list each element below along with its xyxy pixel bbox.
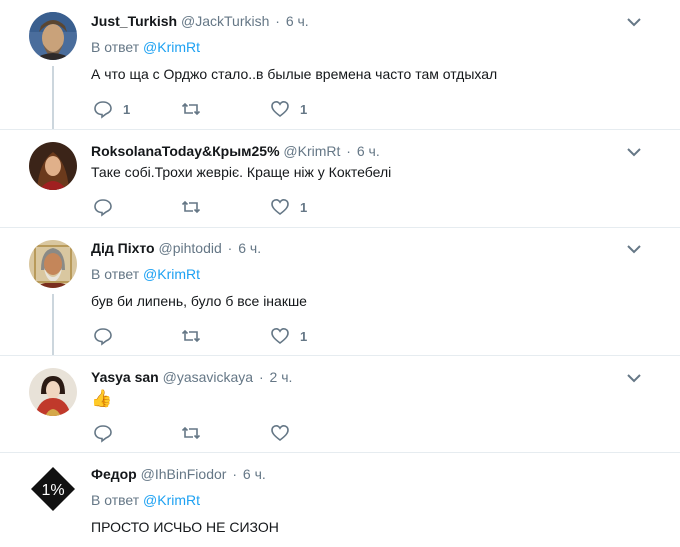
separator-dot: ·	[275, 13, 280, 29]
chevron-down-icon[interactable]	[626, 146, 642, 158]
username[interactable]: @pihtodid	[159, 240, 222, 256]
retweet-icon	[181, 426, 201, 440]
tweet-4[interactable]: Yasya san @yasavickaya · 2 ч. 👍	[0, 356, 680, 452]
reply-to-link[interactable]: @KrimRt	[143, 39, 200, 55]
timestamp[interactable]: 6 ч.	[286, 13, 309, 29]
retweet-icon	[181, 329, 201, 343]
tweet-header: Дід Піхто @pihtodid · 6 ч.	[91, 239, 261, 257]
reply-icon	[94, 199, 112, 217]
tweet-header: Yasya san @yasavickaya · 2 ч.	[91, 368, 292, 386]
avatar[interactable]	[29, 12, 77, 60]
tweet-3[interactable]: Дід Піхто @pihtodid · 6 ч. В ответ @Krim…	[0, 228, 680, 355]
avatar[interactable]	[29, 142, 77, 190]
avatar-logo-text: 1%	[41, 482, 64, 499]
tweet-1[interactable]: Just_Turkish @JackTurkish · 6 ч. В ответ…	[0, 0, 680, 129]
timestamp[interactable]: 6 ч.	[243, 466, 266, 482]
tweet-text: 👍	[91, 389, 113, 408]
like-button[interactable]: 1	[270, 99, 307, 119]
chevron-down-icon[interactable]	[626, 372, 642, 384]
avatar[interactable]	[29, 240, 77, 288]
tweet-text: ПРОСТО ИСЧЬО НЕ СИЗОН	[91, 519, 279, 535]
reply-button[interactable]	[93, 423, 123, 443]
like-button[interactable]: 1	[270, 326, 307, 346]
username[interactable]: @IhBinFiodor	[141, 466, 227, 482]
like-count: 1	[300, 199, 308, 215]
reply-context: В ответ @KrimRt	[91, 265, 200, 283]
chevron-down-icon[interactable]	[626, 16, 642, 28]
action-bar: 1 1	[91, 99, 491, 119]
action-bar: 1	[91, 326, 491, 346]
reply-to-link[interactable]: @KrimRt	[143, 492, 200, 508]
reply-button[interactable]: 1	[93, 99, 130, 119]
tweet-header: RoksolanaToday&Крым25% @KrimRt · 6 ч.	[91, 142, 380, 160]
reply-prefix: В ответ	[91, 266, 140, 282]
separator-dot: ·	[232, 466, 237, 482]
separator-dot: ·	[258, 369, 264, 385]
heart-icon	[271, 327, 289, 345]
display-name[interactable]: Дід Піхто	[91, 240, 155, 256]
display-name[interactable]: Федор	[91, 466, 137, 482]
like-button[interactable]: 1	[270, 197, 307, 217]
retweet-icon	[181, 200, 201, 214]
username[interactable]: @KrimRt	[283, 143, 340, 159]
display-name[interactable]: RoksolanaToday&Крым25%	[91, 143, 280, 159]
tweet-text: Таке собі.Трохи жевріє. Краще ніж у Кокт…	[91, 164, 392, 180]
thread-line	[52, 66, 54, 129]
reply-icon	[94, 101, 112, 119]
heart-icon	[271, 100, 289, 118]
avatar[interactable]: 1%	[29, 465, 77, 513]
tweet-text: був би липень, було б все інакше	[91, 293, 307, 309]
display-name[interactable]: Just_Turkish	[91, 13, 177, 29]
username[interactable]: @yasavickaya	[163, 369, 253, 385]
reply-count: 1	[123, 101, 131, 117]
like-count: 1	[300, 101, 308, 117]
reply-prefix: В ответ	[91, 492, 140, 508]
tweet-header: Just_Turkish @JackTurkish · 6 ч.	[91, 12, 309, 30]
reply-button[interactable]	[93, 197, 123, 217]
separator-dot: ·	[227, 240, 233, 256]
retweet-button[interactable]	[181, 326, 211, 346]
like-count: 1	[300, 328, 308, 344]
reply-button[interactable]	[93, 326, 123, 346]
thread-line	[52, 294, 54, 355]
heart-icon	[271, 198, 289, 216]
reply-prefix: В ответ	[91, 39, 140, 55]
like-button[interactable]	[270, 423, 300, 443]
action-bar: 1	[91, 197, 491, 217]
reply-to-link[interactable]: @KrimRt	[143, 266, 200, 282]
separator-dot: ·	[346, 143, 351, 159]
retweet-button[interactable]	[181, 423, 211, 443]
timestamp[interactable]: 6 ч.	[357, 143, 380, 159]
reply-context: В ответ @KrimRt	[91, 491, 200, 509]
heart-icon	[271, 424, 289, 442]
reply-context: В ответ @KrimRt	[91, 38, 200, 56]
tweet-text: А что ща с Орджо стало..в былые времена …	[91, 66, 498, 82]
timestamp[interactable]: 6 ч.	[238, 240, 261, 256]
action-bar	[91, 423, 491, 443]
tweet-2[interactable]: RoksolanaToday&Крым25% @KrimRt · 6 ч. Та…	[0, 130, 680, 227]
retweet-button[interactable]	[181, 99, 211, 119]
reply-icon	[94, 425, 112, 443]
retweet-button[interactable]	[181, 197, 211, 217]
username[interactable]: @JackTurkish	[181, 13, 269, 29]
tweet-5[interactable]: 1% Федор @IhBinFiodor · 6 ч. В ответ @Kr…	[0, 453, 680, 547]
avatar[interactable]	[29, 368, 77, 416]
tweet-header: Федор @IhBinFiodor · 6 ч.	[91, 465, 266, 483]
reply-icon	[94, 328, 112, 346]
chevron-down-icon[interactable]	[626, 243, 642, 255]
display-name[interactable]: Yasya san	[91, 369, 159, 385]
retweet-icon	[181, 102, 201, 116]
timestamp[interactable]: 2 ч.	[270, 369, 293, 385]
